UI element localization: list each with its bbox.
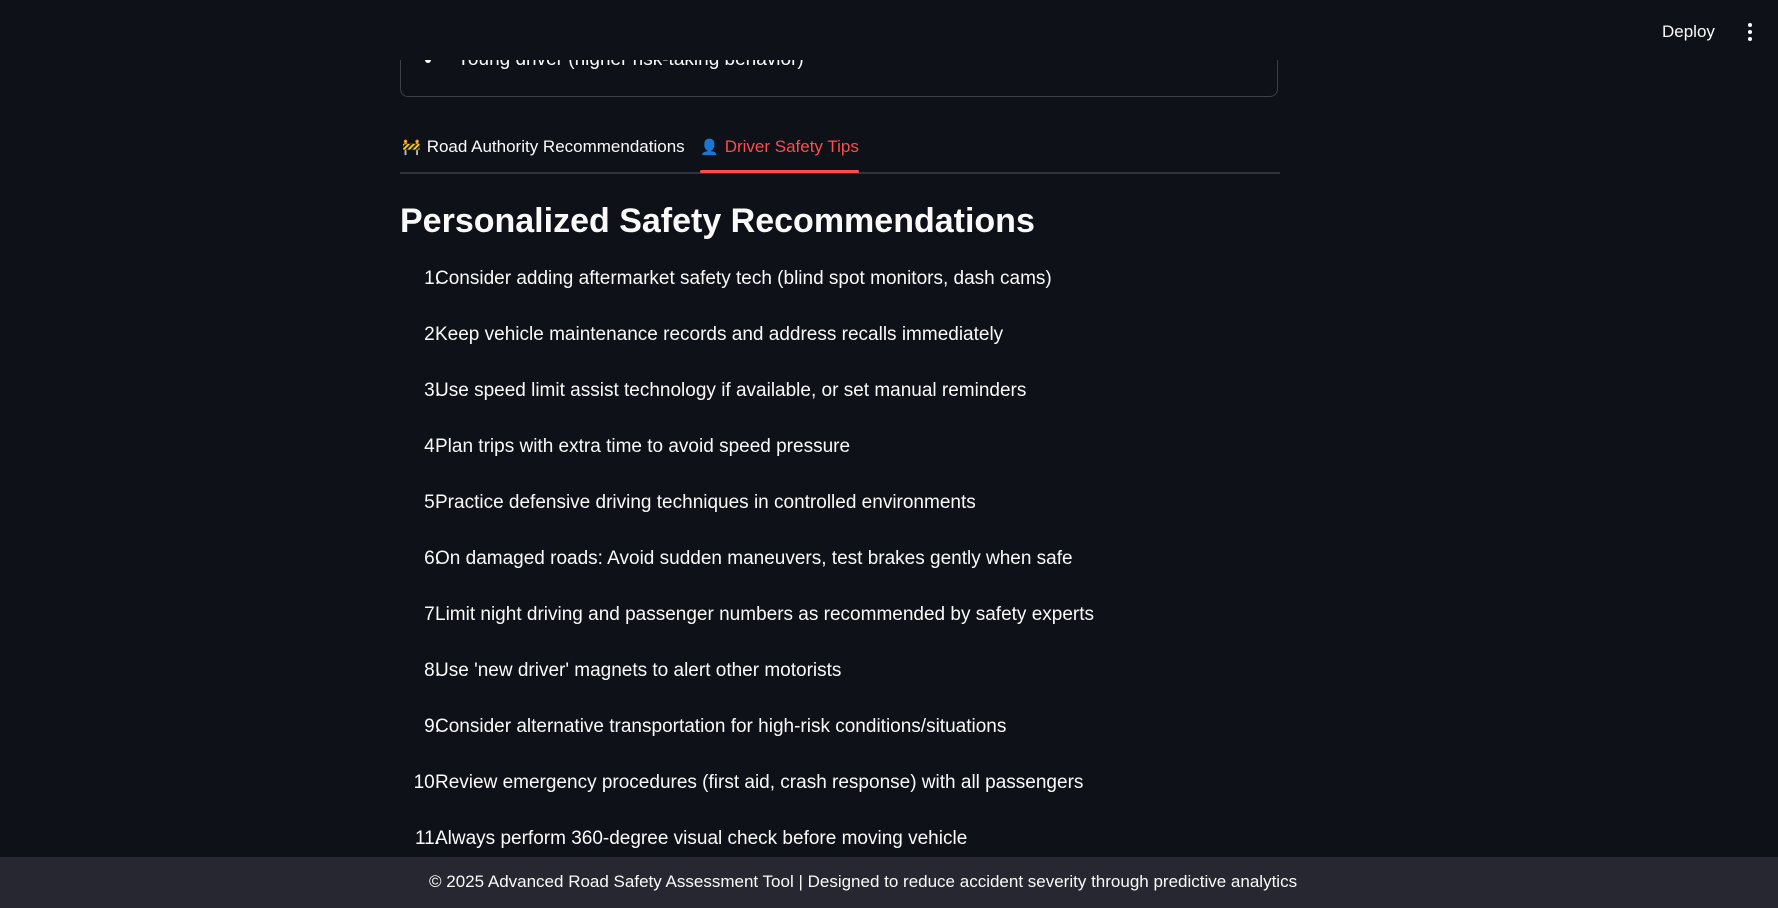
list-item-text: Use speed limit assist technology if ava… [435,380,1027,401]
footer-text: © 2025 Advanced Road Safety Assessment T… [429,872,1298,891]
list-item-number: 3. [424,380,440,401]
page-title: Personalized Safety Recommendations [400,202,1035,240]
list-item: 6. On damaged roads: Avoid sudden maneuve… [400,548,1300,604]
list-item-text: Consider adding aftermarket safety tech … [435,268,1052,289]
list-item-text: Limit night driving and passenger number… [435,604,1095,625]
list-item-number: 11. [414,828,440,849]
list-item: 9. Consider alternative transportation fo… [400,716,1300,772]
construction-barrier-icon: 🚧 [402,139,421,156]
list-item: 7. Limit night driving and passenger numb… [400,604,1300,660]
list-item-number: 10. [413,772,440,793]
list-item-text: Always perform 360-degree visual check b… [435,828,968,849]
tab-label: Driver Safety Tips [724,137,859,156]
list-item: 5. Practice defensive driving techniques … [400,492,1300,548]
list-item: 10. Review emergency procedures (first ai… [400,772,1300,828]
list-item-number: 1. [424,268,440,289]
person-icon: 👤 [700,139,719,156]
list-item-number: 2. [424,324,440,345]
list-item-number: 4. [424,436,440,457]
list-item-text: Consider alternative transportation for … [435,716,1007,737]
app-root: Young driver (higher risk-taking behavio… [0,0,1778,908]
list-item-number: 7. [424,604,440,625]
list-item-number: 8. [424,660,440,681]
deploy-button[interactable]: Deploy [1650,18,1727,46]
tab-bar: 🚧 Road Authority Recommendations 👤 Driver … [400,124,1280,174]
tab-road-authority-recommendations[interactable]: 🚧 Road Authority Recommendations [402,132,685,170]
list-item: 2. Keep vehicle maintenance records and a… [400,324,1300,380]
app-header: Deploy [0,0,1778,60]
list-item-number: 6. [424,548,440,569]
list-item-text: Practice defensive driving techniques in… [435,492,976,513]
list-item-text: Use 'new driver' magnets to alert other … [435,660,842,681]
tab-label: Road Authority Recommendations [426,137,685,156]
list-item: 1. Consider adding aftermarket safety tec… [400,268,1300,324]
tab-driver-safety-tips[interactable]: 👤 Driver Safety Tips [700,132,859,173]
vertical-ellipsis-icon[interactable] [1736,18,1764,46]
list-item-number: 9. [424,716,440,737]
active-tab-indicator [700,170,859,173]
recommendations-list: 1. Consider adding aftermarket safety tec… [400,268,1300,884]
list-item: 4. Plan trips with extra time to avoid sp… [400,436,1300,492]
list-item: 3. Use speed limit assist technology if a… [400,380,1300,436]
list-item-text: Review emergency procedures (first aid, … [435,772,1084,793]
footer: © 2025 Advanced Road Safety Assessment T… [0,857,1778,908]
list-item-number: 5. [424,492,440,513]
list-item-text: Plan trips with extra time to avoid spee… [435,436,851,457]
list-item-text: Keep vehicle maintenance records and add… [435,324,1004,345]
list-item-text: On damaged roads: Avoid sudden maneuvers… [435,548,1073,569]
list-item: 8. Use 'new driver' magnets to alert othe… [400,660,1300,716]
